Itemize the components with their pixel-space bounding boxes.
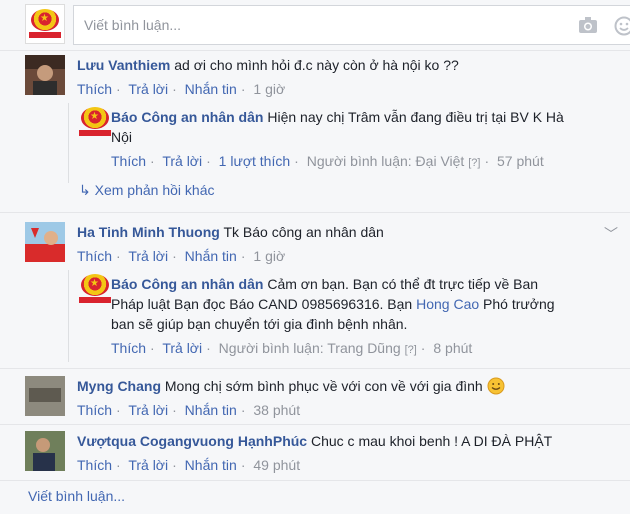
comment-body: Myng Chang Mong chị sớm bình phục về với… [77,376,617,420]
more-replies-link[interactable]: Xem phản hồi khác [95,182,215,198]
like-link[interactable]: Thích [111,153,146,169]
divider [0,480,630,481]
reply-link[interactable]: Trả lời [128,457,168,473]
reply-link[interactable]: Trả lời [162,340,202,356]
timestamp[interactable]: 1 giờ [253,248,285,264]
commenter-name[interactable]: Myng Chang [77,378,161,394]
message-link[interactable]: Nhắn tin [185,457,237,473]
message-link[interactable]: Nhắn tin [185,81,237,97]
timestamp[interactable]: 8 phút [433,340,472,356]
divider [0,424,630,425]
reply-link[interactable]: Trả lời [128,402,168,418]
cand-emblem-logo[interactable]: ★ [79,106,111,136]
reply-text-continued: Nội [111,129,133,145]
timestamp[interactable]: 57 phút [497,153,544,169]
reply-thread [68,103,79,183]
emoji-icon[interactable] [614,16,630,36]
comment-body: Ha Tinh Minh Thuong Tk Báo công an nhân … [77,222,617,266]
comment-composer: ★ Viết bình luận... [25,4,630,46]
help-link[interactable]: [?] [468,157,480,169]
like-link[interactable]: Thích [111,340,146,356]
like-link[interactable]: Thích [77,81,112,97]
timestamp[interactable]: 49 phút [253,457,300,473]
avatar[interactable] [25,376,65,416]
comment-text: Tk Báo công an nhân dân [223,224,384,240]
avatar[interactable] [25,431,65,471]
help-link[interactable]: [?] [405,344,417,356]
comment-text: Chuc c mau khoi benh ! A DI ĐÀ PHẬT [310,433,553,449]
reply-link[interactable]: Trả lời [128,248,168,264]
divider [0,212,630,213]
page-name[interactable]: Báo Công an nhân dân [111,109,263,125]
avatar[interactable] [25,55,65,95]
like-link[interactable]: Thích [77,457,112,473]
camera-icon[interactable] [578,16,598,34]
write-comment: Viết bình luận... [28,488,125,504]
reply-link[interactable]: Trả lời [162,153,202,169]
reply-thread [68,270,79,362]
reply-text-continued: Pháp luật Bạn đọc Báo CAND 0985696316. B… [111,296,413,312]
commenter-name[interactable]: Vượtqua Cogangvuong HạnhPhúc [77,433,307,449]
more-replies[interactable]: ↳ Xem phản hồi khác [79,181,214,199]
reply-body: Báo Công an nhân dân Cảm ơn bạn. Bạn có … [111,274,581,360]
reply-text: Cảm ơn bạn. Bạn có thể đt trực tiếp về B… [267,276,539,292]
comment-body: Vượtqua Cogangvuong HạnhPhúc Chuc c mau … [77,431,617,475]
likes-count[interactable]: 1 lượt thích [219,153,290,169]
reply-text-continued: ban sẽ giúp bạn chuyển tới gia đình bệnh… [111,316,408,332]
page-avatar[interactable]: ★ [25,4,65,44]
mention-link[interactable]: Hong Cao [416,296,479,312]
comment-input-placeholder: Viết bình luận... [84,17,182,33]
reply-link[interactable]: Trả lời [128,81,168,97]
cand-emblem-logo[interactable]: ★ [79,273,111,305]
message-link[interactable]: Nhắn tin [185,248,237,264]
reply-actions: Thích · Trả lời · 1 lượt thích · Người bình… [111,153,544,169]
comment-actions: Thích · Trả lời · Nhắn tin · 1 giờ [77,248,286,264]
timestamp[interactable]: 1 giờ [253,81,285,97]
divider [0,368,630,369]
reply-arrow-icon: ↳ [79,182,91,198]
comment-text: Mong chị sớm bình phục về với con về với… [164,378,483,394]
commenter-name[interactable]: Lưu Vanthiem [77,57,170,73]
comment-actions: Thích · Trả lời · Nhắn tin · 1 giờ [77,81,286,97]
message-link[interactable]: Nhắn tin [185,402,237,418]
timestamp[interactable]: 38 phút [253,402,300,418]
page-name[interactable]: Báo Công an nhân dân [111,276,263,292]
reply-body: Báo Công an nhân dân Hiện nay chị Trâm v… [111,107,581,173]
comment-body: Lưu Vanthiem ad ơi cho mình hỏi đ.c này … [77,55,617,99]
reply-text-continued: Phó trưởng [483,296,555,312]
answered-by: Người bình luận: Đại Việt [306,153,465,169]
reply-text: Hiện nay chị Trâm vẫn đang điều trị tại … [267,109,564,125]
like-link[interactable]: Thích [77,248,112,264]
smile-emoji-icon [487,377,505,395]
write-comment-link[interactable]: Viết bình luận... [28,488,125,504]
comment-actions: Thích · Trả lời · Nhắn tin · 49 phút [77,457,301,473]
commenter-name[interactable]: Ha Tinh Minh Thuong [77,224,220,240]
comment-actions: Thích · Trả lời · Nhắn tin · 38 phút [77,402,301,418]
avatar[interactable] [25,222,65,262]
comment-input[interactable]: Viết bình luận... [73,5,630,45]
comment-text: ad ơi cho mình hỏi đ.c này còn ở hà nội … [174,57,459,73]
like-link[interactable]: Thích [77,402,112,418]
cand-emblem-logo: ★ [29,8,61,40]
divider [0,50,630,51]
reply-actions: Thích · Trả lời · Người bình luận: Trang D… [111,340,473,356]
answered-by: Người bình luận: Trang Dũng [218,340,401,356]
